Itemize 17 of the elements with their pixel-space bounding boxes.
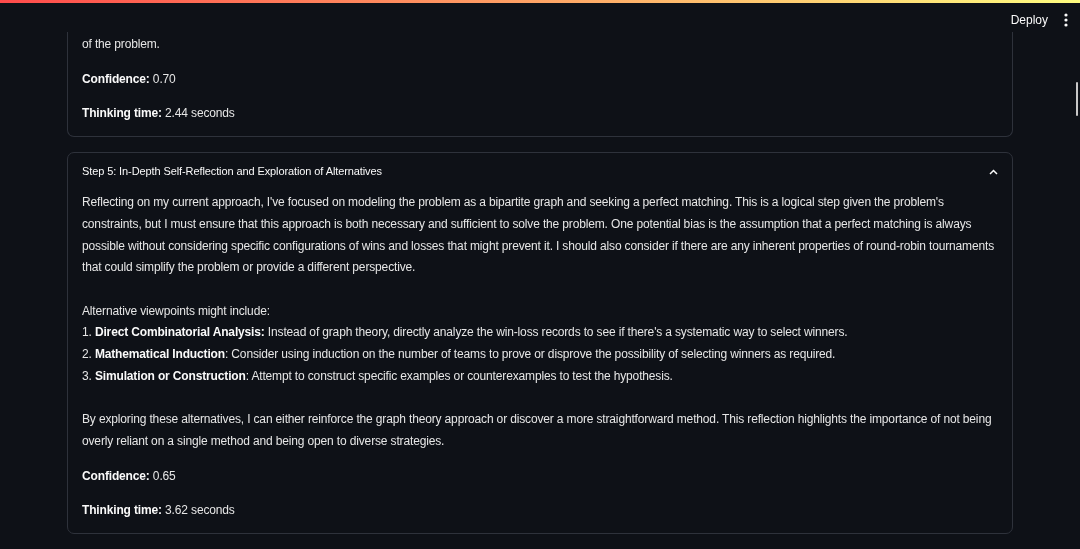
expander-title: Step 5: In-Depth Self-Reflection and Exploration of Alternatives <box>82 164 382 180</box>
scrollbar-thumb[interactable] <box>1076 82 1078 116</box>
list-intro: Alternative viewpoints might include: <box>82 302 271 320</box>
thinking-time-text: Thinking time: 3.62 seconds <box>82 502 236 520</box>
expander-header[interactable]: Step 5: In-Depth Self-Reflection and Exploration of Alternatives <box>82 163 998 182</box>
body-paragraph: Reflecting on my current approach, I've focused on modeling the problem as a bipartite graph and seeking a perfect matching. This is a logical step given the problem's constraints, but I must ensure that this approach is both necessary and sufficient to solve the problem. One potential bias is the assumption that a perfect matching is always possible without considering specific configurations of wins and losses that might prevent it. I should also consider if there are any inherent properties of round-robin tournaments that could simplify the problem or provide a different perspective. <box>82 194 996 277</box>
body-paragraph: By exploring these alternatives, I can either reinforce the graph theory approach or discover a more straightforward method. This reflection highlights the importance of not being overly reliant on a single method and being open to diverse strategies. <box>82 411 993 450</box>
list-item: 2. Mathematical Induction: Consider using induction on the number of teams to prove or disprove the possibility of selecting winners as required. <box>82 346 837 363</box>
more-options-icon[interactable] <box>1064 13 1068 27</box>
list-item: 3. Simulation or Construction: Attempt to construct specific examples or counterexamples to test the hypothesis. <box>82 367 674 385</box>
body-paragraph: of the problem. <box>82 36 161 53</box>
collapse-caret-icon[interactable] <box>989 169 998 176</box>
list-item: 1. Direct Combinatorial Analysis: Instead of graph theory, directly analyze the win-loss records to see if there's a systematic way to select winners. <box>82 324 849 342</box>
confidence-text: Confidence: 0.70 <box>82 70 177 88</box>
thinking-time-text: Thinking time: 2.44 seconds <box>82 105 236 123</box>
deploy-button[interactable]: Deploy <box>1008 9 1050 31</box>
confidence-text: Confidence: 0.65 <box>82 467 177 485</box>
